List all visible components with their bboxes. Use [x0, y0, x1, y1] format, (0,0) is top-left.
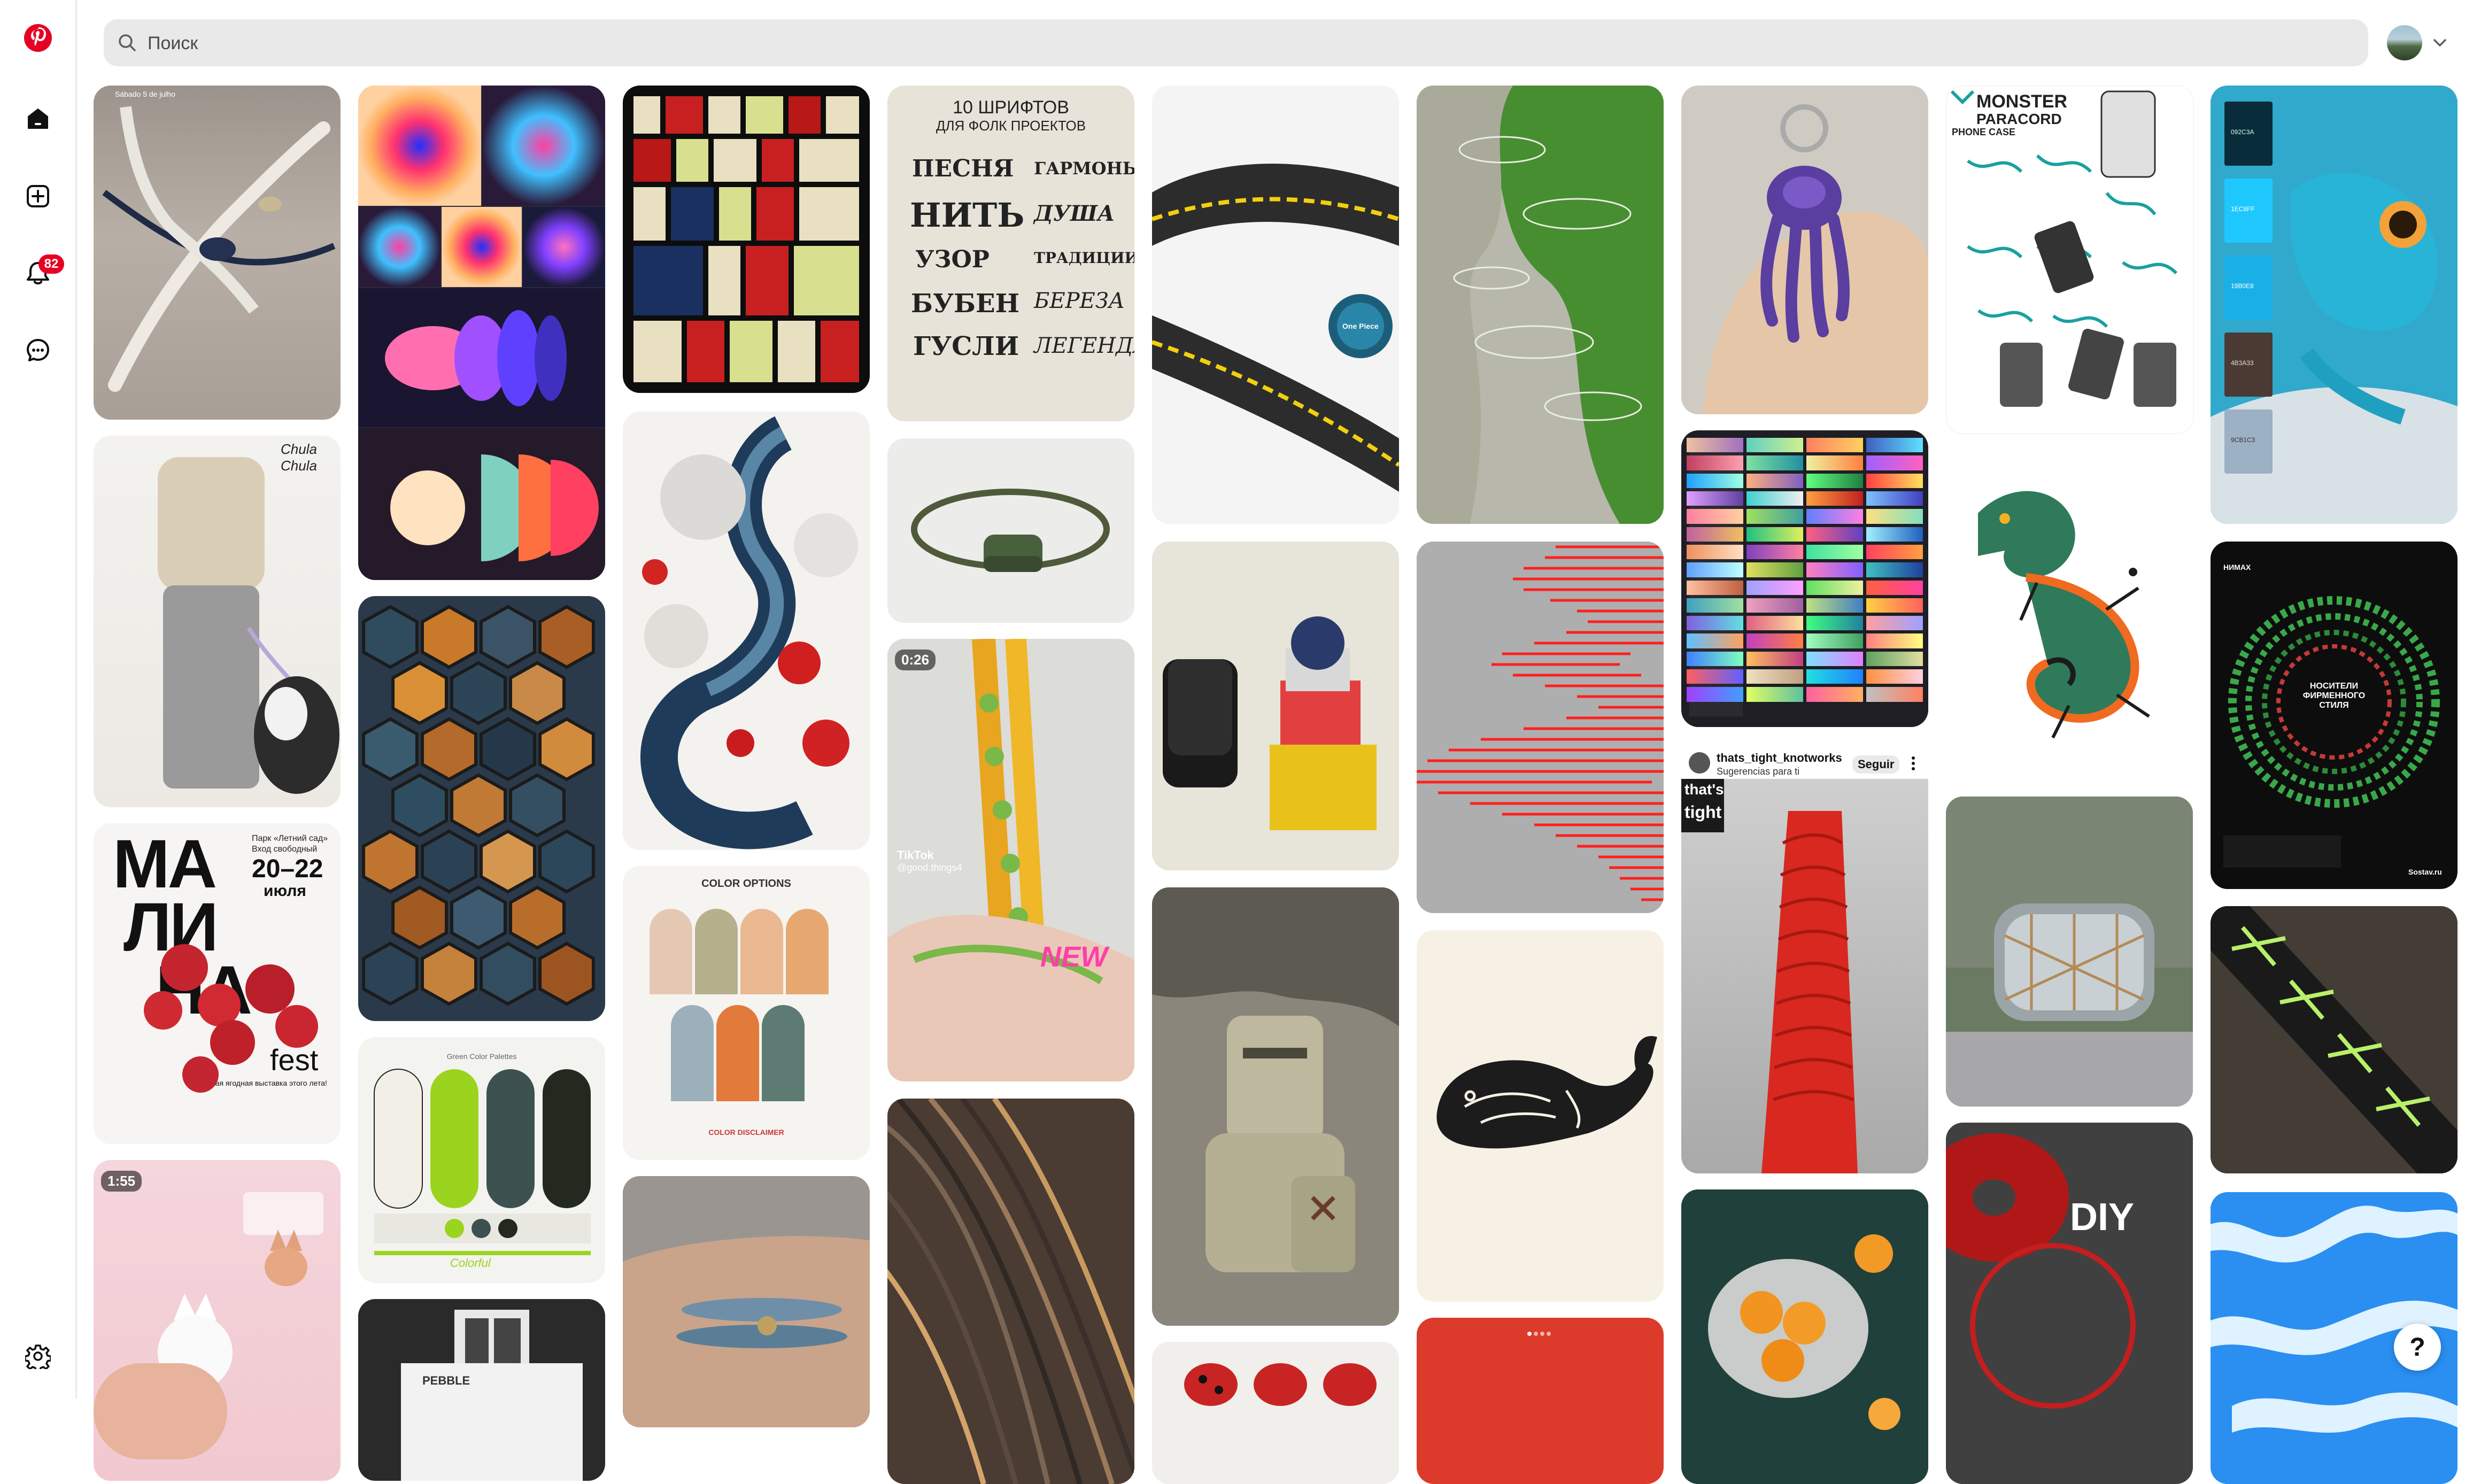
- help-button[interactable]: ?: [2394, 1324, 2441, 1371]
- creator-subtitle: Sugerencias para ti: [1717, 766, 1800, 777]
- pin-card[interactable]: MONSTER PARACORD PHONE CASE: [1946, 86, 2194, 434]
- swatch: 19B0E8: [2224, 256, 2273, 320]
- pin-card[interactable]: Sábado 5 de julho: [94, 86, 341, 420]
- pin-card[interactable]: [1681, 1189, 1928, 1484]
- pin-card[interactable]: DIY: [1946, 1123, 2193, 1484]
- pin-footer: Sostav.ru: [2408, 868, 2442, 876]
- pin-card[interactable]: [1417, 542, 1664, 913]
- pin-card[interactable]: [2211, 906, 2457, 1173]
- badge-text: that's: [1684, 781, 1724, 798]
- pin-title: 10 ШРИФТОВ: [953, 97, 1069, 118]
- pin-card[interactable]: COLOR OPTIONS COLOR DISCLAIMER: [623, 866, 870, 1160]
- font-sample: УЗОР: [915, 246, 990, 273]
- creator-avatar: [1689, 752, 1710, 774]
- swatch: 4B3A33: [2224, 333, 2273, 397]
- tiktok-label: TikTok: [897, 848, 934, 862]
- font-sample: ТРАДИЦИИ: [1034, 249, 1134, 267]
- font-sample: НИТЬ: [910, 196, 1025, 235]
- search-bar[interactable]: [104, 19, 2368, 67]
- pin-label: DIY: [2070, 1196, 2135, 1239]
- swatch: 092C3A: [2224, 102, 2273, 166]
- follow-button[interactable]: Seguir: [1852, 755, 1900, 774]
- pin-label: One Piece: [1342, 322, 1379, 330]
- settings-gear-icon[interactable]: [19, 1338, 57, 1375]
- pin-card[interactable]: [1946, 797, 2193, 1107]
- swatch-code: 19B0E8: [2231, 282, 2254, 290]
- swatch-code: 4B3A33: [2231, 359, 2254, 367]
- font-sample: БУБЕН: [911, 289, 1019, 319]
- avatar[interactable]: [2387, 25, 2422, 60]
- pin-card[interactable]: [1152, 542, 1399, 870]
- sidebar: 82: [0, 0, 77, 1398]
- pin-card[interactable]: [1152, 1342, 1399, 1484]
- pin-subtitle: ДЛЯ ФОЛК ПРОЕКТОВ: [936, 118, 1086, 134]
- pin-card[interactable]: НИМАХ НОСИТЕЛИ ФИРМЕННОГО СТИЛЯ Sostav.r…: [2211, 542, 2457, 889]
- pin-card[interactable]: PEBBLE: [358, 1299, 605, 1481]
- pin-card[interactable]: [1152, 887, 1399, 1326]
- pin-card[interactable]: Chula Chula: [94, 436, 341, 807]
- pin-card[interactable]: thats_tight_knotworks Sugerencias para t…: [1681, 746, 1928, 1173]
- pin-card[interactable]: 092C3A 1EC8FF 19B0E8 4B3A33 9CB1C3: [2211, 86, 2457, 524]
- pin-word: Colorful: [450, 1256, 491, 1270]
- pin-footer: COLOR DISCLAIMER: [708, 1128, 784, 1137]
- pin-card[interactable]: [358, 596, 605, 1021]
- font-sample: ДУША: [1034, 201, 1115, 226]
- palette-swatches: 092C3A 1EC8FF 19B0E8 4B3A33 9CB1C3: [2224, 102, 2273, 474]
- pin-card[interactable]: [1417, 86, 1664, 524]
- creator-name: thats_tight_knotworks: [1717, 751, 1842, 764]
- search-input[interactable]: [146, 19, 2234, 67]
- pin-card[interactable]: 10 ШРИФТОВ ДЛЯ ФОЛК ПРОЕКТОВ ПЕСНЯ ГАРМО…: [887, 86, 1134, 421]
- font-sample: ГАРМОНЬ: [1034, 158, 1134, 179]
- notification-count-badge: 82: [38, 254, 64, 274]
- more-options-icon[interactable]: [1910, 755, 1916, 771]
- pin-card[interactable]: [623, 412, 870, 850]
- pin-title: НОСИТЕЛИ ФИРМЕННОГО СТИЛЯ: [2302, 682, 2366, 710]
- pin-card[interactable]: [1681, 430, 1928, 727]
- search-icon: [118, 33, 137, 52]
- pin-card[interactable]: [623, 1176, 870, 1427]
- font-sample: ПЕСНЯ: [912, 155, 1014, 182]
- tiktok-handle: @good.things4: [897, 862, 962, 873]
- swatch-code: 9CB1C3: [2231, 436, 2255, 444]
- new-badge: NEW: [1040, 941, 1108, 973]
- pin-card[interactable]: [1681, 86, 1928, 414]
- pin-image: that's tight: [1681, 779, 1928, 1173]
- pin-card[interactable]: [1417, 1318, 1664, 1484]
- swatch-code: 092C3A: [2231, 128, 2254, 136]
- pin-card[interactable]: [358, 86, 605, 580]
- font-sample: БЕРЕЗА: [1034, 289, 1125, 313]
- gradient-swatches: [1687, 438, 1923, 720]
- swatch: 9CB1C3: [2224, 409, 2273, 474]
- home-icon[interactable]: [19, 100, 57, 137]
- swatch: 1EC8FF: [2224, 179, 2273, 243]
- pin-card[interactable]: [623, 86, 870, 393]
- pin-card[interactable]: 1:55: [94, 1160, 341, 1481]
- badge-text: tight: [1684, 802, 1722, 822]
- pin-card[interactable]: Green Color Palettes Colorful: [358, 1037, 605, 1283]
- pinterest-logo-icon[interactable]: [19, 19, 57, 57]
- pin-card[interactable]: [1417, 930, 1664, 1302]
- video-duration: 0:26: [895, 650, 936, 670]
- pin-card[interactable]: [887, 438, 1134, 623]
- font-sample: ЛЕГЕНДА: [1034, 334, 1134, 358]
- pin-card[interactable]: [887, 1099, 1134, 1484]
- swatch-code: 1EC8FF: [2231, 205, 2255, 213]
- pin-card[interactable]: [1946, 449, 2193, 770]
- pin-card[interactable]: МА ЛИ НА Парк «Летний сад» Вход свободны…: [94, 823, 341, 1144]
- create-plus-icon[interactable]: [19, 177, 57, 215]
- pin-card[interactable]: One Piece: [1152, 86, 1399, 524]
- pin-card[interactable]: 0:26 TikTok @good.things4 NEW: [887, 639, 1134, 1081]
- pin-label: PEBBLE: [422, 1374, 470, 1387]
- messages-icon[interactable]: [19, 331, 57, 369]
- font-sample: ГУСЛИ: [913, 331, 1019, 361]
- account-chevron-down-icon[interactable]: [2430, 33, 2449, 52]
